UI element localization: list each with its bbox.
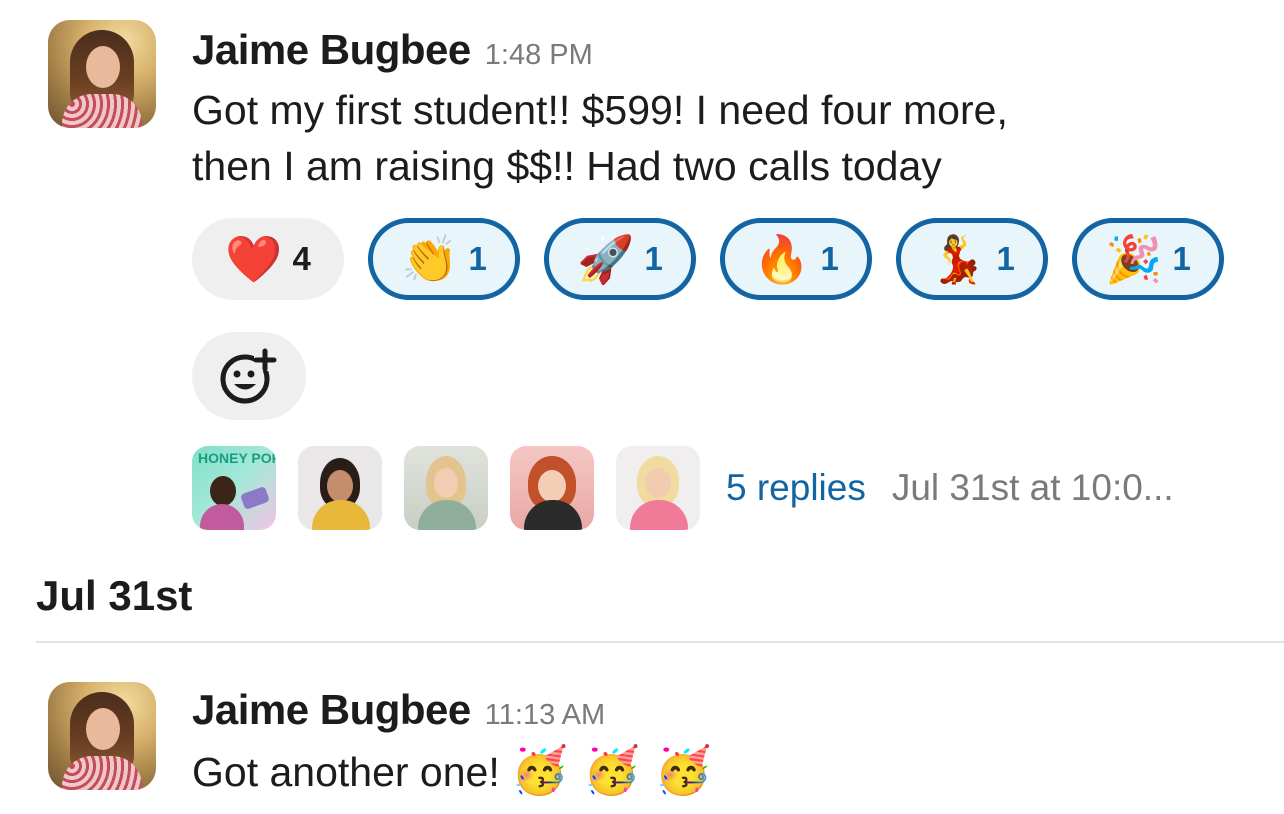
- clap-icon: 👏: [401, 232, 459, 286]
- reaction-count: 1: [1172, 240, 1191, 277]
- reply-avatar-logo-text: HONEY POP: [198, 450, 276, 466]
- reaction-count: 1: [820, 240, 839, 277]
- add-reaction-icon: [220, 348, 277, 404]
- reaction-dancer[interactable]: 💃 1: [896, 218, 1048, 300]
- divider-line: [36, 641, 1284, 643]
- message-2: Jaime Bugbee 11:13 AM Got another one! 🥳…: [0, 660, 1284, 814]
- reply-avatar: [298, 446, 382, 530]
- message-text: Got another one! 🥳 🥳 🥳: [192, 742, 1192, 800]
- message-text-line: then I am raising $$!! Had two calls tod…: [192, 143, 942, 189]
- thread-summary[interactable]: HONEY POP 5 replies Jul 31st at 10:0...: [192, 446, 1174, 530]
- author-avatar[interactable]: [48, 682, 156, 790]
- reaction-rocket[interactable]: 🚀 1: [544, 218, 696, 300]
- reaction-clap[interactable]: 👏 1: [368, 218, 520, 300]
- reaction-bar: ❤️ 4 👏 1 🚀 1 🔥 1 💃 1 🎉 1: [192, 218, 1224, 300]
- message-timestamp[interactable]: 1:48 PM: [485, 39, 593, 72]
- dancer-icon: 💃: [929, 232, 987, 286]
- tada-icon: 🎉: [1105, 232, 1163, 286]
- reply-avatar: [404, 446, 488, 530]
- message-header: Jaime Bugbee 1:48 PM: [192, 26, 593, 74]
- reaction-heart[interactable]: ❤️ 4: [192, 218, 344, 300]
- message-text: Got my first student!! $599! I need four…: [192, 82, 1192, 194]
- author-name[interactable]: Jaime Bugbee: [192, 26, 471, 74]
- thread-replies-link[interactable]: 5 replies: [726, 467, 866, 509]
- reply-avatar: HONEY POP: [192, 446, 276, 530]
- reaction-tada[interactable]: 🎉 1: [1072, 218, 1224, 300]
- message-text-line: Got my first student!! $599! I need four…: [192, 87, 1008, 133]
- message-timestamp[interactable]: 11:13 AM: [485, 699, 605, 732]
- add-reaction-button[interactable]: [192, 332, 306, 420]
- author-avatar[interactable]: [48, 20, 156, 128]
- message-1: Jaime Bugbee 1:48 PM Got my first studen…: [0, 0, 1284, 540]
- fire-icon: 🔥: [753, 232, 811, 286]
- reaction-count: 1: [996, 240, 1015, 277]
- thread-last-reply: Jul 31st at 10:0...: [891, 467, 1174, 508]
- reaction-fire[interactable]: 🔥 1: [720, 218, 872, 300]
- message-header: Jaime Bugbee 11:13 AM: [192, 686, 605, 734]
- message-text-line: Got another one!: [192, 749, 500, 795]
- author-name[interactable]: Jaime Bugbee: [192, 686, 471, 734]
- rocket-icon: 🚀: [577, 232, 635, 286]
- reply-avatar: [510, 446, 594, 530]
- reply-avatar: [616, 446, 700, 530]
- reaction-count: 1: [468, 240, 487, 277]
- reaction-count: 4: [292, 240, 311, 277]
- reaction-count: 1: [644, 240, 663, 277]
- partying-face-icon: 🥳 🥳 🥳: [511, 743, 713, 797]
- date-divider[interactable]: Jul 31st: [36, 572, 192, 620]
- heart-icon: ❤️: [225, 232, 283, 286]
